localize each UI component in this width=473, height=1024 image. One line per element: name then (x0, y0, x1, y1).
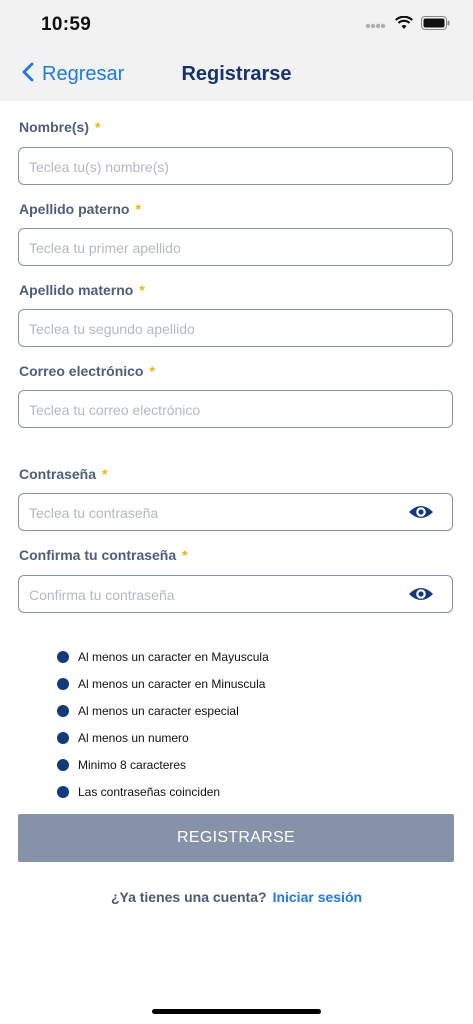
first-name-label: Nombre(s) * (19, 119, 101, 135)
rule-text: Al menos un caracter especial (78, 703, 239, 718)
list-item: Al menos un numero (57, 724, 269, 751)
email-input[interactable] (27, 391, 401, 429)
rule-text: Minimo 8 caracteres (78, 757, 187, 772)
paternal-surname-input[interactable] (27, 229, 401, 267)
list-item: Las contraseñas coinciden (57, 778, 269, 805)
rule-text: Al menos un numero (78, 730, 189, 745)
first-name-input[interactable] (27, 148, 401, 186)
rule-bullet (57, 758, 69, 771)
battery-icon (421, 16, 451, 35)
rule-bullet (57, 650, 69, 663)
eye-icon[interactable] (408, 585, 434, 608)
email-label: Correo electrónico * (19, 363, 155, 379)
signal-icon (365, 17, 387, 35)
required-mark: * (149, 363, 155, 379)
paternal-surname-field[interactable] (18, 228, 453, 267)
confirm-password-field[interactable] (18, 575, 453, 614)
maternal-surname-input[interactable] (27, 310, 401, 348)
wifi-icon (395, 15, 413, 35)
list-item: Al menos un caracter en Minuscula (57, 670, 269, 697)
login-link[interactable]: Iniciar sesión (273, 889, 362, 905)
home-indicator (152, 1009, 321, 1014)
rule-text: Las contraseñas coinciden (78, 784, 221, 799)
rule-bullet (57, 785, 69, 798)
list-item: Al menos un caracter en Mayuscula (57, 643, 269, 670)
maternal-surname-label: Apellido materno * (19, 282, 145, 298)
navigation-bar: 10:59 Regresar Registrarse (0, 0, 473, 101)
email-field[interactable] (18, 390, 453, 429)
required-mark: * (139, 282, 145, 298)
password-rules-list: Al menos un caracter en Mayuscula Al men… (57, 643, 269, 805)
paternal-surname-label: Apellido paterno * (19, 201, 141, 217)
rule-text: Al menos un caracter en Mayuscula (78, 649, 269, 664)
status-time: 10:59 (41, 14, 92, 35)
login-prompt: ¿Ya tienes una cuenta? Iniciar sesión (0, 889, 473, 905)
list-item: Al menos un caracter especial (57, 697, 269, 724)
status-icons (365, 15, 451, 35)
required-mark: * (135, 201, 141, 217)
password-input[interactable] (27, 494, 401, 532)
password-field[interactable] (18, 493, 453, 532)
rule-text: Al menos un caracter en Minuscula (78, 676, 266, 691)
required-mark: * (95, 119, 101, 135)
first-name-field[interactable] (18, 147, 453, 186)
rule-bullet (57, 731, 69, 744)
confirm-password-label: Confirma tu contraseña * (19, 547, 188, 563)
maternal-surname-field[interactable] (18, 309, 453, 348)
rule-bullet (57, 677, 69, 690)
register-button[interactable]: REGISTRARSE (18, 814, 454, 862)
required-mark: * (182, 547, 188, 563)
password-label: Contraseña * (19, 466, 108, 482)
required-mark: * (102, 466, 108, 482)
eye-icon[interactable] (408, 503, 434, 526)
login-question: ¿Ya tienes una cuenta? (110, 889, 267, 905)
list-item: Minimo 8 caracteres (57, 751, 269, 778)
confirm-password-input[interactable] (27, 576, 401, 614)
rule-bullet (57, 704, 69, 717)
page-title: Registrarse (181, 63, 292, 85)
